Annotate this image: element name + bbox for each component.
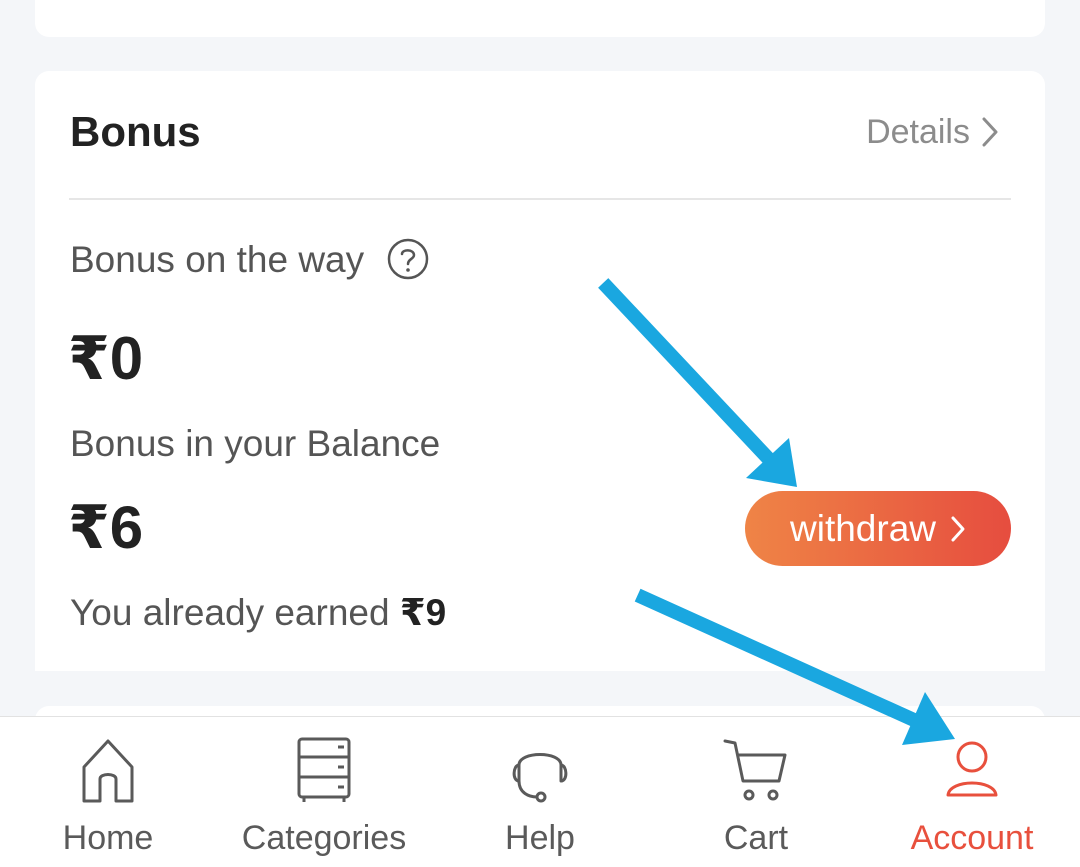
bonus-on-the-way-row: Bonus on the way (70, 238, 430, 281)
nav-item-home[interactable]: Home (0, 717, 216, 867)
bottom-nav: Home Categories Help Cart Account (0, 716, 1080, 867)
details-label: Details (866, 113, 970, 151)
nav-item-account[interactable]: Account (864, 717, 1080, 867)
bonus-balance-amount: ₹6 (68, 494, 144, 561)
nav-label-help: Help (505, 819, 575, 857)
details-link[interactable]: Details (866, 115, 1000, 149)
chevron-right-icon (951, 516, 965, 541)
cart-icon (723, 739, 787, 801)
nav-label-categories: Categories (241, 819, 407, 857)
nav-item-help[interactable]: Help (432, 717, 648, 867)
bonus-balance-label: Bonus in your Balance (70, 423, 441, 464)
home-icon (82, 739, 134, 803)
nav-label-cart: Cart (723, 819, 789, 857)
question-circle-icon[interactable] (386, 237, 430, 281)
nav-item-cart[interactable]: Cart (648, 717, 864, 867)
headset-icon (512, 753, 568, 803)
bonus-on-the-way-label: Bonus on the way (70, 239, 365, 280)
earned-row: You already earned ₹9 (70, 594, 446, 631)
chevron-right-icon (982, 117, 998, 147)
withdraw-button[interactable]: withdraw (745, 491, 1011, 566)
previous-card (35, 0, 1045, 37)
account-icon (946, 741, 998, 797)
earned-label: You already earned (70, 592, 390, 633)
categories-icon (297, 737, 351, 802)
withdraw-label: withdraw (790, 507, 936, 549)
earned-amount: ₹9 (399, 592, 447, 633)
nav-label-account: Account (910, 819, 1034, 857)
nav-item-categories[interactable]: Categories (216, 717, 432, 867)
bonus-on-the-way-amount: ₹0 (68, 325, 144, 392)
nav-label-home: Home (62, 819, 154, 857)
bonus-card: Bonus Details Bonus on the way ₹0 Bonus … (35, 71, 1045, 671)
bonus-title: Bonus (70, 108, 201, 155)
divider (69, 198, 1011, 200)
